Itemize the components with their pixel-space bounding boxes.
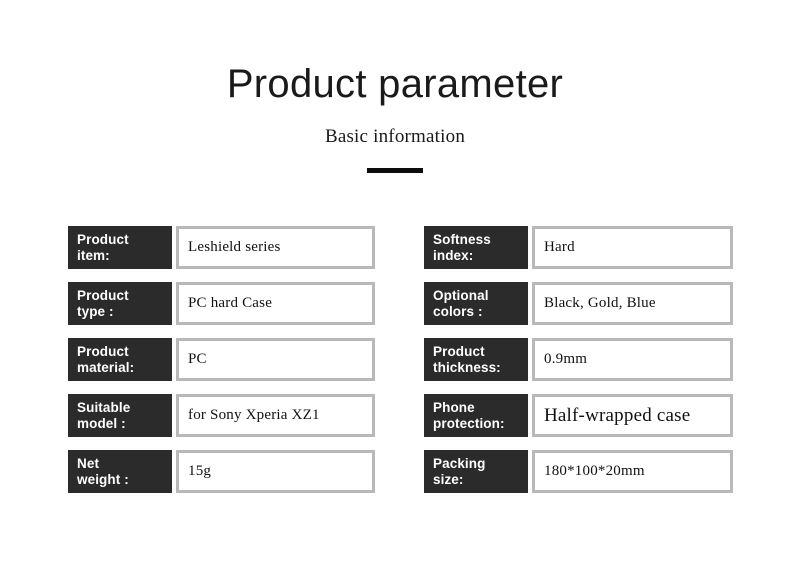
spec-table: Product item: Leshield series Product ty… (0, 226, 790, 493)
title-underline-rule (367, 168, 423, 173)
spec-label-line1: Softness (433, 231, 491, 247)
spec-value-product-thickness: 0.9mm (532, 338, 733, 381)
spec-label-line2: item: (77, 247, 110, 263)
spec-label-line1: Packing (433, 455, 486, 471)
spec-value-product-material: PC (176, 338, 375, 381)
page-subtitle: Basic information (324, 126, 466, 147)
spec-row: Optional colors : Black, Gold, Blue (424, 282, 733, 325)
spec-row: Softness index: Hard (424, 226, 733, 269)
spec-label-product-material: Product material: (68, 338, 172, 381)
spec-value-suitable-model: for Sony Xperia XZ1 (176, 394, 375, 437)
spec-value-product-item: Leshield series (176, 226, 375, 269)
spec-label-line1: Suitable (77, 399, 131, 415)
spec-label-line2: colors : (433, 303, 483, 319)
spec-label-optional-colors: Optional colors : (424, 282, 528, 325)
spec-label-line2: material: (77, 359, 135, 375)
spec-value-net-weight: 15g (176, 450, 375, 493)
spec-label-line1: Optional (433, 287, 489, 303)
spec-label-line2: protection: (433, 415, 505, 431)
spec-label-line2: model : (77, 415, 126, 431)
spec-label-line2: index: (433, 247, 474, 263)
spec-label-line1: Product (77, 343, 129, 359)
spec-label-net-weight: Net weight : (68, 450, 172, 493)
page-title: Product parameter (226, 62, 564, 106)
spec-label-line1: Phone (433, 399, 475, 415)
spec-columns: Product item: Leshield series Product ty… (0, 226, 790, 493)
spec-row: Packing size: 180*100*20mm (424, 450, 733, 493)
spec-label-line2: size: (433, 471, 464, 487)
spec-value-product-type: PC hard Case (176, 282, 375, 325)
spec-label-line2: thickness: (433, 359, 501, 375)
spec-label-line2: type : (77, 303, 114, 319)
spec-column-right: Softness index: Hard Optional colors : B… (424, 226, 733, 493)
spec-label-product-item: Product item: (68, 226, 172, 269)
page-header: Product parameter Basic information (0, 0, 790, 173)
spec-value-phone-protection: Half-wrapped case (532, 394, 733, 437)
spec-label-line1: Product (433, 343, 485, 359)
spec-label-product-thickness: Product thickness: (424, 338, 528, 381)
spec-row: Suitable model : for Sony Xperia XZ1 (68, 394, 375, 437)
spec-row: Product type : PC hard Case (68, 282, 375, 325)
spec-row: Phone protection: Half-wrapped case (424, 394, 733, 437)
spec-label-line2: weight : (77, 471, 129, 487)
spec-label-line1: Product (77, 287, 129, 303)
spec-label-phone-protection: Phone protection: (424, 394, 528, 437)
spec-column-left: Product item: Leshield series Product ty… (68, 226, 375, 493)
product-parameter-page: Product parameter Basic information Prod… (0, 0, 790, 573)
spec-value-packing-size: 180*100*20mm (532, 450, 733, 493)
spec-value-softness-index: Hard (532, 226, 733, 269)
spec-label-line1: Product (77, 231, 129, 247)
spec-row: Net weight : 15g (68, 450, 375, 493)
spec-label-softness-index: Softness index: (424, 226, 528, 269)
spec-row: Product material: PC (68, 338, 375, 381)
spec-row: Product thickness: 0.9mm (424, 338, 733, 381)
spec-label-suitable-model: Suitable model : (68, 394, 172, 437)
spec-value-optional-colors: Black, Gold, Blue (532, 282, 733, 325)
spec-label-line1: Net (77, 455, 100, 471)
spec-row: Product item: Leshield series (68, 226, 375, 269)
spec-label-product-type: Product type : (68, 282, 172, 325)
spec-label-packing-size: Packing size: (424, 450, 528, 493)
